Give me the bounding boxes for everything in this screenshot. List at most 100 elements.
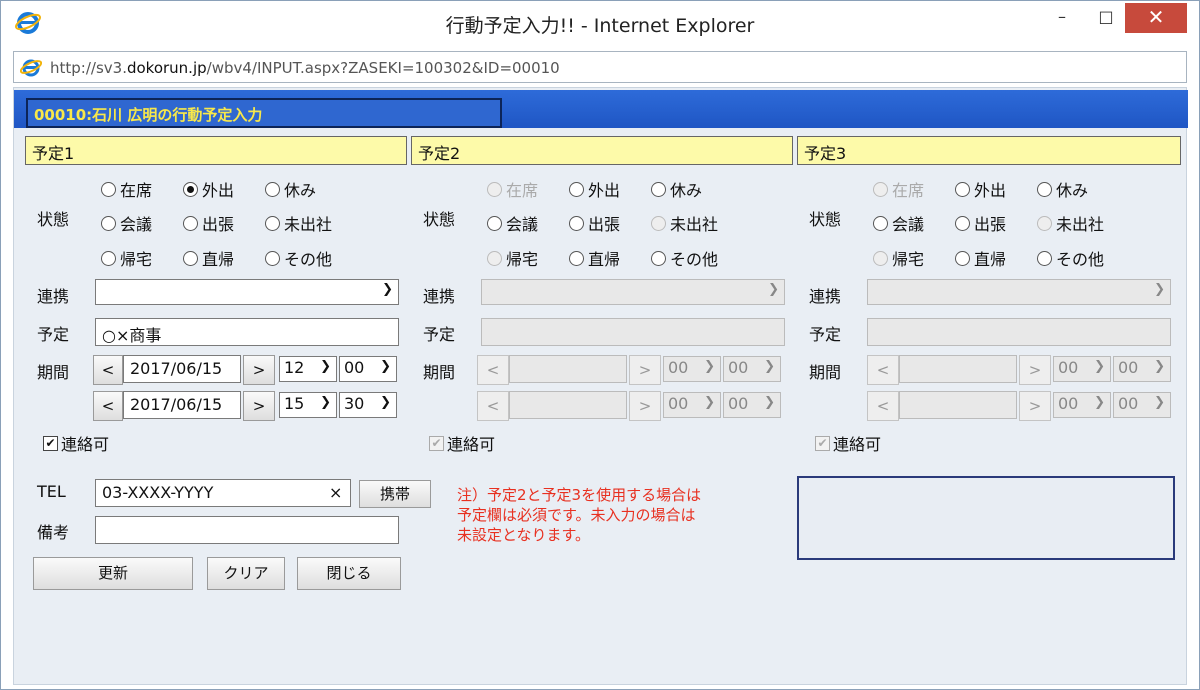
chevron-down-icon: ❯ xyxy=(382,282,393,297)
plan2-radio-shutcho[interactable]: 出張 xyxy=(569,211,620,235)
chevron-down-icon: ❯ xyxy=(704,395,715,410)
plan3-radio-kaigi[interactable]: 会議 xyxy=(873,211,924,235)
chevron-down-icon: ❯ xyxy=(1094,395,1105,410)
plan3-end-date-input[interactable] xyxy=(899,391,1017,419)
plan1-start-hour-select[interactable]: 12 ❯ xyxy=(279,356,337,382)
checkmark-icon: ✔ xyxy=(429,435,444,451)
plan2-status-label: 状態 xyxy=(423,210,456,229)
clear-tel-icon[interactable]: × xyxy=(329,483,342,502)
plan3-start-date-input[interactable] xyxy=(899,355,1017,383)
close-window-button[interactable]: ✕ xyxy=(1125,3,1187,33)
note-line: 予定欄は必須です。未入力の場合は xyxy=(457,506,696,524)
plan2-start-date-input[interactable] xyxy=(509,355,627,383)
plan1-contact-checkbox[interactable]: ✔ 連絡可 xyxy=(43,431,109,455)
window-title: 行動予定入力!! - Internet Explorer xyxy=(445,15,755,37)
minimize-button[interactable]: – xyxy=(1045,3,1079,33)
plan1-radio-kaigi[interactable]: 会議 xyxy=(101,211,152,235)
plan1-start-min-select[interactable]: 00 ❯ xyxy=(339,356,397,382)
plan3-radio-gaishutsu[interactable]: 外出 xyxy=(955,177,1006,201)
chevron-down-icon: ❯ xyxy=(320,395,331,410)
plan1-end-date-input[interactable]: 2017/06/15 xyxy=(123,391,241,419)
plan2-radio-sonota[interactable]: その他 xyxy=(651,246,718,270)
plan1-end-next-button[interactable]: > xyxy=(243,391,275,421)
clear-button[interactable]: クリア xyxy=(207,557,285,590)
plan3-radio-chokki[interactable]: 直帰 xyxy=(955,246,1006,270)
note-line: 未設定となります。 xyxy=(457,526,591,544)
plan3-start-prev-button[interactable]: < xyxy=(867,355,899,385)
plan1-link-label: 連携 xyxy=(37,287,70,306)
plan2-radio-chokki[interactable]: 直帰 xyxy=(569,246,620,270)
plan1-end-prev-button[interactable]: < xyxy=(93,391,123,421)
plan2-link-select[interactable]: ❯ xyxy=(481,279,785,305)
ie-window: 行動予定入力!! - Internet Explorer – □ ✕ http:… xyxy=(0,0,1200,690)
plan2-start-next-button[interactable]: > xyxy=(629,355,661,385)
plan2-end-prev-button[interactable]: < xyxy=(477,391,509,421)
chevron-down-icon: ❯ xyxy=(764,359,775,374)
plan2-contact-checkbox[interactable]: ✔ 連絡可 xyxy=(429,431,495,455)
plan1-radio-chokki[interactable]: 直帰 xyxy=(183,246,234,270)
plan3-end-next-button[interactable]: > xyxy=(1019,391,1051,421)
plan1-radio-mishussha[interactable]: 未出社 xyxy=(265,211,332,235)
plan3-start-next-button[interactable]: > xyxy=(1019,355,1051,385)
plan2-radio-gaishutsu[interactable]: 外出 xyxy=(569,177,620,201)
tel-input[interactable]: 03-XXXX-YYYY xyxy=(95,479,351,507)
address-bar[interactable]: http://sv3.dokorun.jp/wbv4/INPUT.aspx?ZA… xyxy=(13,51,1187,83)
plan2-start-prev-button[interactable]: < xyxy=(477,355,509,385)
plan2-start-min-select[interactable]: 00 ❯ xyxy=(723,356,781,382)
plan1-end-hour-select[interactable]: 15 ❯ xyxy=(279,392,337,418)
chevron-down-icon: ❯ xyxy=(380,359,391,374)
plan2-period-label: 期間 xyxy=(423,363,456,382)
plan2-end-min-select[interactable]: 00 ❯ xyxy=(723,392,781,418)
plan3-start-hour-select[interactable]: 00 ❯ xyxy=(1053,356,1111,382)
plan1-link-select[interactable]: ❯ xyxy=(95,279,399,305)
plan1-radio-shutcho[interactable]: 出張 xyxy=(183,211,234,235)
plan3-radio-kitaku[interactable]: 帰宅 xyxy=(873,246,924,270)
plan3-end-min-select[interactable]: 00 ❯ xyxy=(1113,392,1171,418)
plan3-radio-shutcho[interactable]: 出張 xyxy=(955,211,1006,235)
plan2-radio-kaigi[interactable]: 会議 xyxy=(487,211,538,235)
plan2-start-hour-select[interactable]: 00 ❯ xyxy=(663,356,721,382)
plan2-end-hour-select[interactable]: 00 ❯ xyxy=(663,392,721,418)
plan3-radio-zaiseki[interactable]: 在席 xyxy=(873,177,924,201)
plan3-start-min-select[interactable]: 00 ❯ xyxy=(1113,356,1171,382)
plan3-radio-mishussha[interactable]: 未出社 xyxy=(1037,211,1104,235)
plan3-period-label: 期間 xyxy=(809,363,842,382)
chevron-down-icon: ❯ xyxy=(704,359,715,374)
plan2-radio-zaiseki[interactable]: 在席 xyxy=(487,177,538,201)
plan1-radio-zaiseki[interactable]: 在席 xyxy=(101,177,152,201)
plan1-end-min-select[interactable]: 30 ❯ xyxy=(339,392,397,418)
plan3-plan-input[interactable] xyxy=(867,318,1171,346)
plan1-start-prev-button[interactable]: < xyxy=(93,355,123,385)
update-button[interactable]: 更新 xyxy=(33,557,193,590)
plan3-contact-checkbox[interactable]: ✔ 連絡可 xyxy=(815,431,881,455)
plan3-end-prev-button[interactable]: < xyxy=(867,391,899,421)
plan1-radio-kitaku[interactable]: 帰宅 xyxy=(101,246,152,270)
plan1-radio-sonota[interactable]: その他 xyxy=(265,246,332,270)
plan1-radio-yasumi[interactable]: 休み xyxy=(265,177,316,201)
plan2-radio-yasumi[interactable]: 休み xyxy=(651,177,702,201)
chevron-down-icon: ❯ xyxy=(320,359,331,374)
plan2-plan-input[interactable] xyxy=(481,318,785,346)
plan2-radio-mishussha[interactable]: 未出社 xyxy=(651,211,718,235)
checkmark-icon: ✔ xyxy=(43,435,58,451)
plan1-plan-input[interactable]: ○×商事 xyxy=(95,318,399,346)
remarks-label: 備考 xyxy=(37,523,70,542)
mobile-button[interactable]: 携帯 xyxy=(359,480,431,508)
plan3-link-select[interactable]: ❯ xyxy=(867,279,1171,305)
plan1-status-label: 状態 xyxy=(37,210,70,229)
maximize-button[interactable]: □ xyxy=(1093,3,1119,33)
plan2-end-next-button[interactable]: > xyxy=(629,391,661,421)
plan2-radio-kitaku[interactable]: 帰宅 xyxy=(487,246,538,270)
plan1-radio-gaishutsu[interactable]: 外出 xyxy=(183,177,234,201)
plan3-radio-sonota[interactable]: その他 xyxy=(1037,246,1104,270)
plan3-end-hour-select[interactable]: 00 ❯ xyxy=(1053,392,1111,418)
plan3-radio-yasumi[interactable]: 休み xyxy=(1037,177,1088,201)
remarks-input[interactable] xyxy=(95,516,399,544)
plan1-start-date-input[interactable]: 2017/06/15 xyxy=(123,355,241,383)
close-button[interactable]: 閉じる xyxy=(297,557,401,590)
plan1-start-next-button[interactable]: > xyxy=(243,355,275,385)
plan3-link-label: 連携 xyxy=(809,287,842,306)
message-panel xyxy=(797,476,1175,560)
ie-page-icon xyxy=(20,59,42,77)
plan2-end-date-input[interactable] xyxy=(509,391,627,419)
